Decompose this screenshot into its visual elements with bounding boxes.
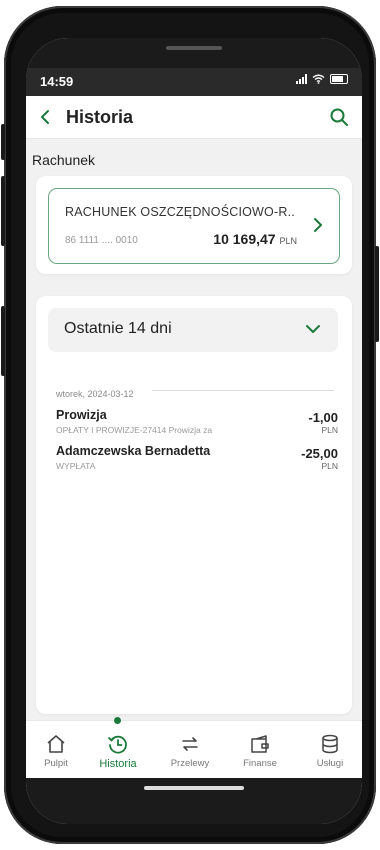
period-filter-label: Ostatnie 14 dni: [64, 320, 172, 337]
date-separator: wtorek, 2024-03-12: [56, 384, 334, 399]
balance-value: 10 169,47: [213, 231, 276, 247]
transaction-currency: PLN: [321, 461, 338, 471]
transaction-subtitle: OPŁATY I PROWIZJE-27414 Prowizja za: [56, 425, 213, 435]
transaction-amount: -25,00: [301, 446, 338, 461]
nav-label: Pulpit: [44, 758, 68, 769]
back-arrow-icon[interactable]: [36, 107, 56, 127]
home-icon: [47, 735, 65, 753]
history-icon: [108, 735, 127, 754]
bottom-bezel: [26, 778, 362, 824]
transaction-row[interactable]: Adamczewska Bernadetta WYPŁATA -25,00 PL…: [56, 444, 338, 480]
history-card: Ostatnie 14 dni wtorek, 2024-03-12 Prowi…: [36, 296, 352, 714]
section-label: Rachunek: [32, 152, 96, 168]
account-balance: 10 169,47 PLN: [213, 231, 297, 247]
chevron-down-icon: [306, 325, 320, 333]
phone-frame: 14:59 Historia Rachunek RACHUNEK OSZCZĘD…: [1, 6, 379, 844]
signal-icon: [296, 74, 307, 84]
nav-item-historia[interactable]: Historia: [88, 733, 148, 770]
search-icon[interactable]: [328, 106, 350, 128]
status-icons: [296, 74, 348, 84]
speaker: [166, 46, 222, 50]
transaction-row[interactable]: Prowizja OPŁATY I PROWIZJE-27414 Prowizj…: [56, 408, 338, 444]
balance-currency: PLN: [279, 236, 297, 246]
nav-label: Historia: [99, 758, 137, 770]
nav-item-uslugi[interactable]: Usługi: [300, 733, 360, 769]
app-bar: Historia: [26, 96, 362, 139]
account-selector[interactable]: RACHUNEK OSZCZĘDNOŚCIOWO-R.. 86 1111 ...…: [48, 188, 340, 264]
nav-label: Usługi: [316, 758, 344, 769]
database-icon: [322, 734, 338, 754]
transaction-currency: PLN: [321, 425, 338, 435]
battery-icon: [330, 74, 348, 84]
divider: [152, 390, 334, 391]
status-time: 14:59: [40, 74, 74, 89]
nav-item-przelewy[interactable]: Przelewy: [160, 733, 220, 769]
mute-switch: [1, 124, 5, 160]
wallet-icon: [251, 735, 269, 753]
transaction-title: Prowizja: [56, 408, 107, 422]
screen: 14:59 Historia Rachunek RACHUNEK OSZCZĘD…: [26, 38, 362, 824]
date-label: wtorek, 2024-03-12: [56, 389, 142, 399]
power-button: [375, 246, 379, 342]
transfer-icon: [182, 737, 198, 751]
bottom-navigation: Pulpit Historia Przelewy Finanse Usługi: [26, 717, 362, 779]
volume-up-button: [1, 176, 5, 246]
nav-label: Przelewy: [170, 758, 210, 769]
nav-item-pulpit[interactable]: Pulpit: [26, 733, 86, 769]
active-indicator: [114, 717, 121, 724]
status-bar: 14:59: [26, 68, 362, 96]
nav-label: Finanse: [243, 758, 277, 769]
wifi-icon: [312, 74, 325, 84]
transaction-title: Adamczewska Bernadetta: [56, 444, 211, 458]
period-filter[interactable]: Ostatnie 14 dni: [48, 308, 338, 352]
account-name: RACHUNEK OSZCZĘDNOŚCIOWO-R..: [65, 205, 295, 219]
transaction-amount: -1,00: [308, 410, 338, 425]
page-title: Historia: [66, 107, 134, 127]
nav-item-finanse[interactable]: Finanse: [230, 733, 290, 769]
account-number: 86 1111 .... 0010: [65, 235, 138, 246]
account-card: RACHUNEK OSZCZĘDNOŚCIOWO-R.. 86 1111 ...…: [36, 176, 352, 274]
chevron-right-icon: [314, 218, 322, 232]
transaction-subtitle: WYPŁATA: [56, 461, 96, 471]
home-indicator[interactable]: [144, 786, 244, 790]
volume-down-button: [1, 306, 5, 376]
